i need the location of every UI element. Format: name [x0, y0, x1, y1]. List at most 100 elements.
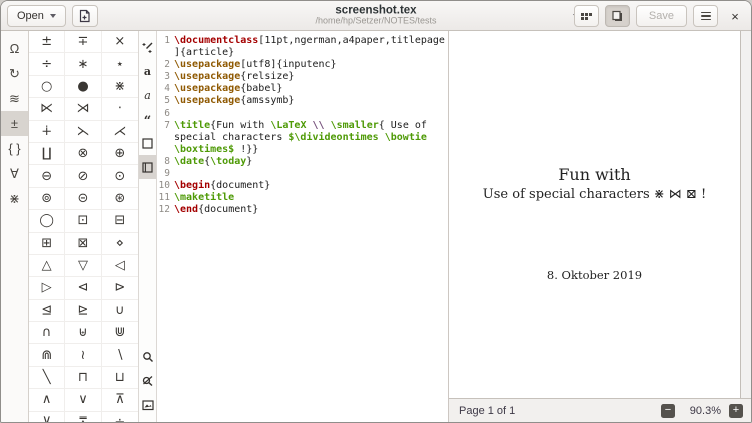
symbol-cell[interactable]: ⊛: [102, 188, 138, 210]
symbol-cell[interactable]: ⊚: [29, 188, 65, 210]
symbol-category-misc-text[interactable]: ⋇: [1, 186, 28, 211]
symbol-cell[interactable]: ∪: [102, 300, 138, 322]
symbol-cell[interactable]: ∩: [29, 322, 65, 344]
symbol-cell[interactable]: ∗: [65, 53, 101, 75]
code-line[interactable]: 1\documentclass[11pt,ngerman,a4paper,tit…: [157, 35, 448, 47]
code-line[interactable]: special characters $\divideontimes \bowt…: [157, 132, 448, 144]
symbol-category-relations[interactable]: ≋: [1, 86, 28, 111]
symbol-cell[interactable]: ⋋: [65, 121, 101, 143]
symbol-cell[interactable]: ◯: [29, 210, 65, 232]
italic-button[interactable]: a: [139, 83, 156, 107]
symbol-cell[interactable]: ╲: [29, 367, 65, 389]
code-line[interactable]: 4\usepackage{babel}: [157, 83, 448, 95]
pdf-viewport[interactable]: Fun with Use of special characters ⋇ ⋈ ⊠…: [449, 31, 751, 398]
symbol-cell[interactable]: ◁: [102, 255, 138, 277]
symbol-cell[interactable]: ⊓: [65, 367, 101, 389]
page-layout-button[interactable]: [139, 155, 156, 179]
symbol-category-arrows[interactable]: ↻: [1, 61, 28, 86]
code-line[interactable]: 10\begin{document}: [157, 180, 448, 192]
wizard-button[interactable]: [139, 35, 156, 59]
symbol-cell[interactable]: ≀: [65, 344, 101, 366]
symbol-cell[interactable]: ∨: [65, 389, 101, 411]
symbols-panel-toggle-button[interactable]: [574, 5, 599, 27]
symbol-cell[interactable]: ⊡: [65, 210, 101, 232]
image-button[interactable]: [139, 393, 156, 417]
symbol-cell[interactable]: ∖: [102, 344, 138, 366]
symbol-cell[interactable]: ⊳: [102, 277, 138, 299]
symbol-category-greek-letters[interactable]: Ω: [1, 36, 28, 61]
symbol-cell[interactable]: ⊴: [29, 300, 65, 322]
source-editor[interactable]: 1\documentclass[11pt,ngerman,a4paper,tit…: [157, 31, 448, 423]
symbol-cell[interactable]: ⋌: [102, 121, 138, 143]
symbol-cell[interactable]: ⋇: [102, 76, 138, 98]
symbol-cell[interactable]: ⊝: [65, 188, 101, 210]
symbol-cell[interactable]: ⊔: [102, 367, 138, 389]
symbol-cell[interactable]: ÷: [29, 53, 65, 75]
symbol-cell[interactable]: ⊟: [102, 210, 138, 232]
symbol-cell[interactable]: ∐: [29, 143, 65, 165]
symbol-cell[interactable]: ▽: [65, 255, 101, 277]
symbol-cell[interactable]: ⊼: [102, 389, 138, 411]
code-line[interactable]: 11\maketitle: [157, 192, 448, 204]
preview-panel-toggle-button[interactable]: [605, 5, 630, 27]
symbol-cell[interactable]: ⋆: [102, 53, 138, 75]
zoom-out-button[interactable]: −: [661, 404, 675, 418]
symbol-cell[interactable]: ⊵: [65, 300, 101, 322]
symbol-cell[interactable]: ⊙: [102, 165, 138, 187]
symbol-cell[interactable]: ⋓: [102, 322, 138, 344]
code-line[interactable]: 9: [157, 168, 448, 180]
bold-button[interactable]: a: [139, 59, 156, 83]
symbol-cell[interactable]: ⋄: [102, 233, 138, 255]
symbol-cell[interactable]: ⊲: [65, 277, 101, 299]
zoom-in-button[interactable]: +: [729, 404, 743, 418]
symbol-cell[interactable]: ∔: [29, 121, 65, 143]
code-line[interactable]: 12\end{document}: [157, 204, 448, 216]
code-line[interactable]: \boxtimes$ !}}: [157, 144, 448, 156]
code-line[interactable]: 7\title{Fun with \LaTeX \\ \smaller{ Use…: [157, 120, 448, 132]
symbol-cell[interactable]: ●: [65, 76, 101, 98]
symbol-category-operators[interactable]: ±: [1, 111, 28, 136]
symbol-cell[interactable]: ⋊: [65, 98, 101, 120]
frame-button[interactable]: [139, 131, 156, 155]
symbol-cell[interactable]: ∸: [102, 412, 138, 423]
symbol-cell[interactable]: ▷: [29, 277, 65, 299]
document-title-block[interactable]: screenshot.tex /home/hp/Setzer/NOTES/tes…: [315, 4, 436, 27]
symbol-cell[interactable]: ⊎: [65, 322, 101, 344]
symbol-cell[interactable]: ⊗: [65, 143, 101, 165]
symbol-cell[interactable]: ⋉: [29, 98, 65, 120]
code-line[interactable]: 8\date{\today}: [157, 156, 448, 168]
new-document-button[interactable]: [72, 5, 98, 27]
symbol-cell[interactable]: ⊘: [65, 165, 101, 187]
code-line[interactable]: 6: [157, 108, 448, 120]
new-document-icon: [78, 9, 91, 23]
symbol-cell[interactable]: ⊖: [29, 165, 65, 187]
search-button[interactable]: [139, 345, 156, 369]
symbol-cell[interactable]: ⊞: [29, 233, 65, 255]
code-line[interactable]: 2\usepackage[utf8]{inputenc}: [157, 59, 448, 71]
code-line[interactable]: 5\usepackage{amssymb}: [157, 95, 448, 107]
quotes-button[interactable]: “: [139, 107, 156, 131]
code-line[interactable]: 3\usepackage{relsize}: [157, 71, 448, 83]
symbol-cell[interactable]: ±: [29, 31, 65, 53]
save-button[interactable]: Save: [636, 5, 687, 27]
symbol-cell[interactable]: ⋅: [102, 98, 138, 120]
window-close-button[interactable]: ×: [724, 9, 746, 24]
symbol-cell[interactable]: ∧: [29, 389, 65, 411]
symbol-category-delimiters[interactable]: { }: [1, 136, 28, 161]
code-text: \usepackage[utf8]{inputenc}: [174, 59, 337, 71]
symbol-cell[interactable]: ⊕: [102, 143, 138, 165]
symbol-cell[interactable]: ⩞: [65, 412, 101, 423]
symbol-category-misc-math[interactable]: ∀: [1, 161, 28, 186]
symbol-cell[interactable]: △: [29, 255, 65, 277]
open-button[interactable]: Open: [7, 5, 66, 27]
search-replace-button[interactable]: [139, 369, 156, 393]
zoom-level[interactable]: 90.3%: [675, 405, 721, 417]
symbol-cell[interactable]: ∓: [65, 31, 101, 53]
hamburger-menu-button[interactable]: [693, 5, 718, 27]
symbol-cell[interactable]: ⊻: [29, 412, 65, 423]
symbol-cell[interactable]: ⊠: [65, 233, 101, 255]
symbol-cell[interactable]: ○: [29, 76, 65, 98]
symbol-cell[interactable]: ⋒: [29, 344, 65, 366]
code-line[interactable]: ]{article}: [157, 47, 448, 59]
symbol-cell[interactable]: ×: [102, 31, 138, 53]
